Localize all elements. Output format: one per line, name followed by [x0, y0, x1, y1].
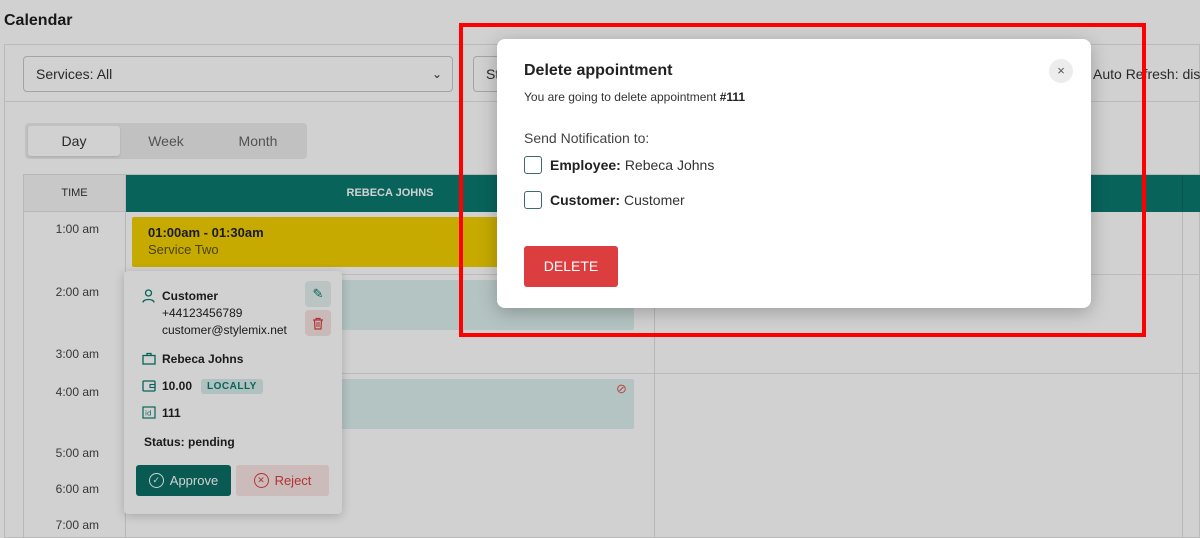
notification-label: Send Notification to: [524, 130, 650, 146]
dialog-subtitle-text: You are going to delete appointment [524, 90, 717, 104]
dialog-appointment-id: #111 [719, 90, 746, 104]
close-icon[interactable]: × [1049, 59, 1073, 83]
employee-notify-option[interactable]: Employee: Rebeca Johns [524, 156, 714, 174]
customer-notify-option[interactable]: Customer: Customer [524, 191, 685, 209]
customer-checkbox[interactable] [524, 191, 542, 209]
customer-option-label: Customer: [550, 192, 621, 208]
dialog-title: Delete appointment [524, 62, 673, 79]
delete-button[interactable]: DELETE [524, 246, 618, 287]
employee-option-value: Rebeca Johns [624, 157, 715, 173]
employee-option-label: Employee: [550, 157, 621, 173]
employee-checkbox[interactable] [524, 156, 542, 174]
dialog-subtitle: You are going to delete appointment #111 [524, 90, 745, 104]
customer-option-value: Customer [624, 192, 685, 208]
delete-appointment-dialog: Delete appointment × You are going to de… [497, 39, 1091, 308]
